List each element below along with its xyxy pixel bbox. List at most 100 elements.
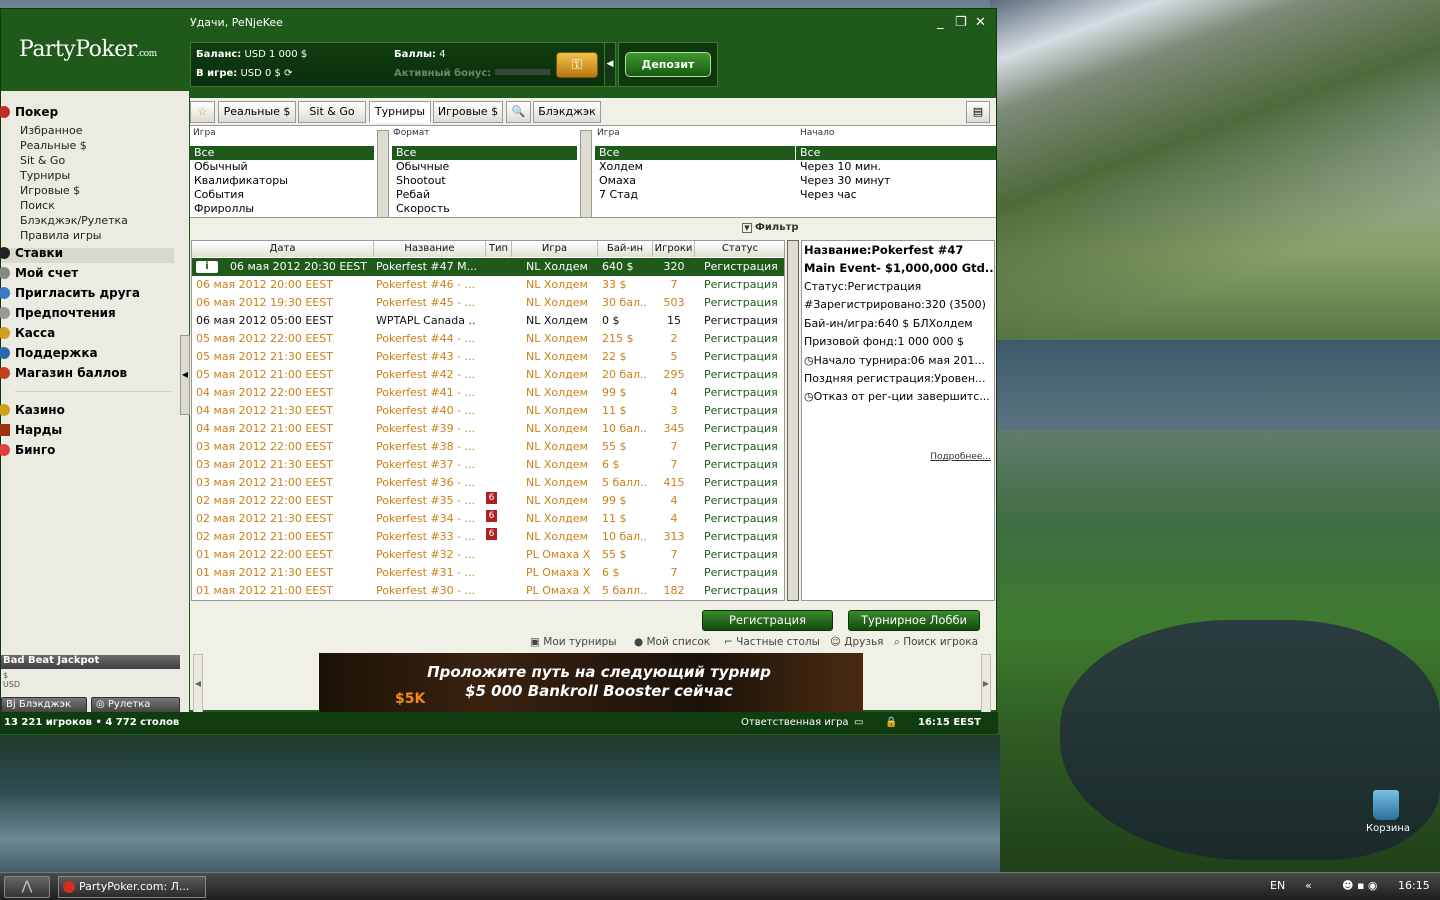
- table-row[interactable]: 06 мая 2012 20:30 EEST Pokerfest #47 M...…: [192, 258, 784, 276]
- table-row[interactable]: 03 мая 2012 22:00 EEST Pokerfest #38 - ..…: [192, 438, 784, 456]
- sidebar-casino[interactable]: Казино: [0, 403, 65, 417]
- column-header-date[interactable]: Дата: [192, 241, 374, 257]
- filter-option[interactable]: Через 10 мин.: [796, 160, 996, 174]
- table-row[interactable]: 01 мая 2012 21:30 EEST Pokerfest #31 - ..…: [192, 564, 784, 582]
- filter-game-list[interactable]: Все Обычный Квалификаторы События Фрироллы: [190, 146, 374, 216]
- sidebar-support[interactable]: Поддержка: [0, 346, 98, 360]
- sidebar-bingo[interactable]: Бинго: [0, 443, 55, 457]
- banner-next-arrow[interactable]: ▶: [981, 654, 991, 714]
- sidebar-item-real-money[interactable]: Реальные $: [20, 139, 87, 152]
- filter-format-list[interactable]: Все Обычные Shootout Ребай Скорость: [392, 146, 577, 216]
- sidebar-preferences[interactable]: Предпочтения: [0, 306, 116, 320]
- tab-favorites[interactable]: ☆: [190, 101, 215, 123]
- sidebar-item-tournaments[interactable]: Турниры: [20, 169, 70, 182]
- column-header-buyin[interactable]: Бай-ин: [598, 241, 653, 257]
- language-indicator[interactable]: EN: [1270, 879, 1285, 892]
- banner-prev-arrow[interactable]: ◀: [193, 654, 203, 714]
- filter-toggle[interactable]: ▼ Фильтр: [742, 222, 799, 233]
- filter-option[interactable]: Обычный: [190, 160, 374, 174]
- tab-real-money[interactable]: Реальные $: [218, 101, 296, 123]
- responsible-gaming-link[interactable]: Ответственная игра: [741, 712, 849, 733]
- table-row[interactable]: 05 мая 2012 22:00 EEST Pokerfest #44 - ..…: [192, 330, 784, 348]
- table-row[interactable]: 01 мая 2012 21:00 EEST Pokerfest #30 - ..…: [192, 582, 784, 600]
- taskbar-app-button[interactable]: PartyPoker.com: Л...: [58, 876, 206, 898]
- column-header-game[interactable]: Игра: [512, 241, 598, 257]
- sidebar-cashier[interactable]: Касса: [0, 326, 55, 340]
- recycle-bin[interactable]: Корзина: [1366, 790, 1410, 834]
- filter-option[interactable]: Все: [392, 146, 577, 160]
- table-row[interactable]: 04 мая 2012 22:00 EEST Pokerfest #41 - ..…: [192, 384, 784, 402]
- sidebar-backgammon[interactable]: Нарды: [0, 423, 62, 437]
- filter-format-scrollbar[interactable]: [580, 130, 592, 218]
- link-friends[interactable]: ☺ Друзья: [830, 636, 883, 648]
- filter-option[interactable]: Shootout: [392, 174, 577, 188]
- sidebar-points-store[interactable]: Магазин баллов: [0, 366, 127, 380]
- table-row[interactable]: 06 мая 2012 19:30 EEST Pokerfest #45 - ..…: [192, 294, 784, 312]
- column-header-status[interactable]: Статус: [695, 241, 784, 257]
- more-link[interactable]: Подробнее...: [930, 452, 991, 462]
- table-row[interactable]: 02 мая 2012 22:00 EEST Pokerfest #35 - ..…: [192, 492, 784, 510]
- filter-option[interactable]: Все: [190, 146, 374, 160]
- link-private-tables[interactable]: ⌐ Частные столы: [724, 636, 820, 648]
- filter-option[interactable]: Через 30 минут: [796, 174, 996, 188]
- tab-sit-and-go[interactable]: Sit & Go: [298, 101, 366, 123]
- link-my-list[interactable]: ● Мой список: [634, 636, 710, 648]
- filter-option[interactable]: Ребай: [392, 188, 577, 202]
- roulette-button[interactable]: ◎ Рулетка: [91, 697, 180, 713]
- sidebar-betting[interactable]: Ставки: [0, 246, 63, 260]
- tab-blackjack[interactable]: Блэкджэк: [533, 101, 601, 123]
- filter-option[interactable]: Омаха: [595, 174, 795, 188]
- filter-option[interactable]: Через час: [796, 188, 996, 202]
- link-my-tournaments[interactable]: ▣ Мои турниры: [530, 636, 617, 648]
- view-toggle-icon[interactable]: ▤: [966, 101, 990, 123]
- filter-option[interactable]: Все: [595, 146, 795, 160]
- key-icon[interactable]: ⚿: [556, 52, 598, 78]
- filter-option[interactable]: Квалификаторы: [190, 174, 374, 188]
- column-header-type[interactable]: Тип: [486, 241, 512, 257]
- column-header-players[interactable]: Игроки: [653, 241, 695, 257]
- collapse-account-arrow[interactable]: ◀: [604, 42, 616, 87]
- maximize-button[interactable]: ❐: [955, 15, 967, 30]
- table-row[interactable]: 06 мая 2012 05:00 EEST WPTAPL Canada .. NL…: [192, 312, 784, 330]
- filter-option[interactable]: Все: [796, 146, 996, 160]
- table-row[interactable]: 03 мая 2012 21:00 EEST Pokerfest #36 - ..…: [192, 474, 784, 492]
- table-row[interactable]: 01 мая 2012 22:00 EEST Pokerfest #32 - ..…: [192, 546, 784, 564]
- filter-start-list[interactable]: Все Через 10 мин. Через 30 минут Через час: [796, 146, 996, 202]
- tab-tournaments[interactable]: Турниры: [369, 101, 431, 123]
- filter-option[interactable]: События: [190, 188, 374, 202]
- filter-option[interactable]: 7 Стад: [595, 188, 795, 202]
- filter-game-scrollbar[interactable]: [377, 130, 389, 218]
- table-row[interactable]: 06 мая 2012 20:00 EEST Pokerfest #46 - ..…: [192, 276, 784, 294]
- tab-search[interactable]: 🔍: [506, 101, 531, 123]
- table-row[interactable]: 03 мая 2012 21:30 EEST Pokerfest #37 - ..…: [192, 456, 784, 474]
- promo-banner[interactable]: Проложите путь на следующий турнир $5 00…: [319, 653, 863, 714]
- column-header-name[interactable]: Название: [374, 241, 486, 257]
- tray-expand-icon[interactable]: «: [1305, 879, 1312, 892]
- register-button[interactable]: Регистрация: [702, 610, 833, 631]
- start-button[interactable]: ⋀: [4, 876, 50, 898]
- table-row[interactable]: 04 мая 2012 21:30 EEST Pokerfest #40 - ..…: [192, 402, 784, 420]
- tournament-lobby-button[interactable]: Турнирное Лобби: [848, 610, 980, 631]
- table-row[interactable]: 02 мая 2012 21:30 EEST Pokerfest #34 - ..…: [192, 510, 784, 528]
- tray-icons[interactable]: ☻ ▪ ◉: [1342, 879, 1378, 892]
- sidebar-item-rules[interactable]: Правила игры: [20, 229, 102, 242]
- table-row[interactable]: 05 мая 2012 21:00 EEST Pokerfest #42 - ..…: [192, 366, 784, 384]
- sidebar-collapse-toggle[interactable]: ◀: [180, 335, 190, 415]
- filter-option[interactable]: Холдем: [595, 160, 795, 174]
- sidebar-my-account[interactable]: Мой счет: [0, 266, 78, 280]
- table-row[interactable]: 04 мая 2012 21:00 EEST Pokerfest #39 - ..…: [192, 420, 784, 438]
- filter-option[interactable]: Фрироллы: [190, 202, 374, 216]
- sidebar-item-search[interactable]: Поиск: [20, 199, 55, 212]
- table-row[interactable]: 02 мая 2012 21:00 EEST Pokerfest #33 - ..…: [192, 528, 784, 546]
- filter-option[interactable]: Скорость: [392, 202, 577, 216]
- table-row[interactable]: 05 мая 2012 21:30 EEST Pokerfest #43 - ..…: [192, 348, 784, 366]
- info-icon[interactable]: i: [196, 261, 218, 273]
- minimize-button[interactable]: _: [937, 15, 944, 30]
- sidebar-item-play-money[interactable]: Игровые $: [20, 184, 80, 197]
- tab-play-money[interactable]: Игровые $: [433, 101, 503, 123]
- sidebar-item-sit-and-go[interactable]: Sit & Go: [20, 154, 65, 167]
- grid-scrollbar[interactable]: [787, 240, 799, 601]
- monitor-icon[interactable]: ▭: [854, 712, 863, 733]
- sidebar-item-blackjack-roulette[interactable]: Блэкджэк/Рулетка: [20, 214, 128, 227]
- link-find-player[interactable]: ⌕ Поиск игрока: [894, 636, 978, 649]
